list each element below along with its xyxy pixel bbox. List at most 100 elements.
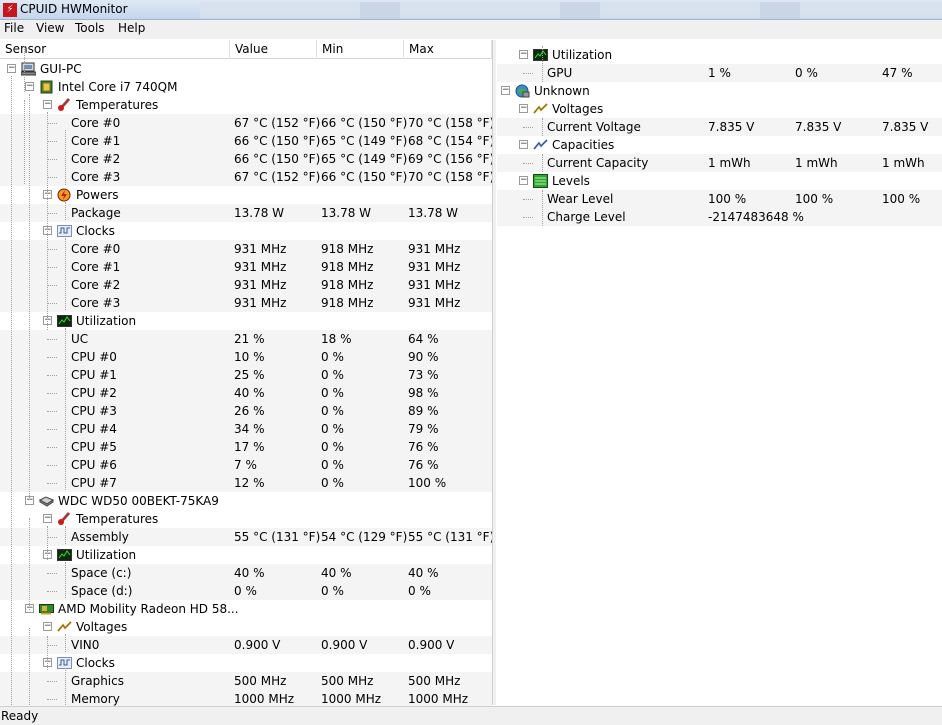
tree-node-voltages[interactable]: − Voltages <box>0 618 492 636</box>
collapse-toggle-utilization[interactable]: − <box>519 50 528 59</box>
sensor-min: 66 °C (150 °F) <box>321 170 408 184</box>
sensor-value: 67 °C (152 °F) <box>234 170 321 184</box>
sensor-row-current-capacity[interactable]: Current Capacity 1 mWh 1 mWh 1 mWh <box>497 154 942 172</box>
sensor-max: 79 % <box>408 422 439 436</box>
tree-node-clocks[interactable]: − Clocks <box>0 222 492 240</box>
sensor-row-core-1[interactable]: Core #1 931 MHz 918 MHz 931 MHz <box>0 258 492 276</box>
sensor-row-core-3[interactable]: Core #3 67 °C (152 °F) 66 °C (150 °F) 70 °C… <box>0 168 494 186</box>
collapse-toggle-intel-core-i7-740qm[interactable]: − <box>25 82 34 91</box>
tree-node-utilization[interactable]: − Utilization <box>497 46 942 64</box>
tree-node-gui-pc[interactable]: − GUI-PC <box>0 60 492 78</box>
collapse-toggle-unknown[interactable]: − <box>501 86 510 95</box>
sensor-row-gpu[interactable]: GPU 1 % 0 % 47 % <box>497 64 942 82</box>
pane-splitter[interactable] <box>492 40 496 705</box>
tree-node-utilization[interactable]: − Utilization <box>0 312 492 330</box>
tree-node-unknown[interactable]: − Unknown <box>497 82 942 100</box>
sensor-row-uc[interactable]: UC 21 % 18 % 64 % <box>0 330 492 348</box>
sensor-value: 931 MHz <box>234 260 287 274</box>
menu-view[interactable]: View <box>36 21 64 35</box>
sensor-row-core-1[interactable]: Core #1 66 °C (150 °F) 65 °C (149 °F) 68 °C… <box>0 132 494 150</box>
utilization-monitor-icon <box>57 314 72 328</box>
collapse-toggle-capacities[interactable]: − <box>519 140 528 149</box>
sensor-max: 76 % <box>408 458 439 472</box>
tree-guide-line <box>29 94 30 500</box>
clock-wave-icon <box>57 224 72 238</box>
sensor-row-vin0[interactable]: VIN0 0.900 V 0.900 V 0.900 V <box>0 636 492 654</box>
tree-node-wdc-wd50-00bekt-75ka9[interactable]: − WDC WD50 00BEKT-75KA9 <box>0 492 492 510</box>
sensor-row-package[interactable]: Package 13.78 W 13.78 W 13.78 W <box>0 204 492 222</box>
tree-guide-line <box>542 154 543 172</box>
sensor-value: 40 % <box>234 566 265 580</box>
sensor-row-cpu-1[interactable]: CPU #1 25 % 0 % 73 % <box>0 366 492 384</box>
sensor-value: 40 % <box>234 386 265 400</box>
sensor-row-cpu-7[interactable]: CPU #7 12 % 0 % 100 % <box>0 474 492 492</box>
tree-node-utilization[interactable]: − Utilization <box>0 546 492 564</box>
tree-guide-line <box>65 562 66 598</box>
tree-node-capacities[interactable]: − Capacities <box>497 136 942 154</box>
column-header-min[interactable]: Min <box>317 40 404 59</box>
window-title: CPUID HWMonitor <box>20 2 128 16</box>
sensor-max: 0 % <box>408 584 431 598</box>
sensor-min: 500 MHz <box>321 674 374 688</box>
collapse-toggle-temperatures[interactable]: − <box>43 514 52 523</box>
sensor-row-cpu-2[interactable]: CPU #2 40 % 0 % 98 % <box>0 384 492 402</box>
sensor-label: Core #3 <box>71 296 121 310</box>
tree-node-powers[interactable]: − Powers <box>0 186 492 204</box>
sensor-row-assembly[interactable]: Assembly 55 °C (131 °F) 54 °C (129 °F) 55 °… <box>0 528 494 546</box>
tree-node-temperatures[interactable]: − Temperatures <box>0 510 492 528</box>
menu-help[interactable]: Help <box>118 21 145 35</box>
tree-node-levels[interactable]: − Levels <box>497 172 942 190</box>
sensor-row-space-d[interactable]: Space (d:) 0 % 0 % 0 % <box>0 582 492 600</box>
column-header-max[interactable]: Max <box>404 40 492 59</box>
sensor-value: 34 % <box>234 422 265 436</box>
sensor-label: UC <box>71 332 89 346</box>
sensor-row-space-c[interactable]: Space (c:) 40 % 40 % 40 % <box>0 564 492 582</box>
tree-node-temperatures[interactable]: − Temperatures <box>0 96 492 114</box>
sensor-row-core-2[interactable]: Core #2 66 °C (150 °F) 65 °C (149 °F) 69 °C… <box>0 150 494 168</box>
sensor-row-core-0[interactable]: Core #0 67 °C (152 °F) 66 °C (150 °F) 70 °C… <box>0 114 494 132</box>
tree-node-voltages[interactable]: − Voltages <box>497 100 942 118</box>
sensor-row-core-3[interactable]: Core #3 931 MHz 918 MHz 931 MHz <box>0 294 492 312</box>
status-bar: Ready <box>0 706 942 725</box>
sensor-max: 13.78 W <box>408 206 459 220</box>
sensor-min: 0 % <box>321 476 344 490</box>
sensor-value: 0.900 V <box>234 638 281 652</box>
sensor-row-wear-level[interactable]: Wear Level 100 % 100 % 100 % <box>497 190 942 208</box>
sensor-value: 0 % <box>234 584 257 598</box>
sensor-row-core-2[interactable]: Core #2 931 MHz 918 MHz 931 MHz <box>0 276 492 294</box>
column-header-sensor[interactable]: Sensor <box>0 40 230 59</box>
sensor-value: 17 % <box>234 440 265 454</box>
sensor-label: GPU <box>547 66 573 80</box>
tree-node-label: Clocks <box>76 656 115 670</box>
sensor-row-cpu-6[interactable]: CPU #6 7 % 0 % 76 % <box>0 456 492 474</box>
sensor-row-cpu-0[interactable]: CPU #0 10 % 0 % 90 % <box>0 348 492 366</box>
column-header-value[interactable]: Value <box>230 40 317 59</box>
collapse-toggle-levels[interactable]: − <box>519 176 528 185</box>
voltage-icon <box>57 620 72 634</box>
collapse-toggle-temperatures[interactable]: − <box>43 100 52 109</box>
sensor-row-core-0[interactable]: Core #0 931 MHz 918 MHz 931 MHz <box>0 240 492 258</box>
sensor-row-current-voltage[interactable]: Current Voltage 7.835 V 7.835 V 7.835 V <box>497 118 942 136</box>
tree-node-label: Temperatures <box>76 98 159 112</box>
sensor-max: 98 % <box>408 386 439 400</box>
tree-guide-line <box>65 670 66 705</box>
sensor-max: 500 MHz <box>408 674 461 688</box>
collapse-toggle-gui-pc[interactable]: − <box>7 64 16 73</box>
collapse-toggle-voltages[interactable]: − <box>43 622 52 631</box>
sensor-row-cpu-5[interactable]: CPU #5 17 % 0 % 76 % <box>0 438 492 456</box>
sensor-min: 0 % <box>795 66 818 80</box>
tree-node-clocks[interactable]: − Clocks <box>0 654 492 672</box>
sensor-value: -2147483648 % <box>708 210 804 224</box>
collapse-toggle-voltages[interactable]: − <box>519 104 528 113</box>
sensor-label: Package <box>71 206 121 220</box>
menu-file[interactable]: File <box>4 21 24 35</box>
menu-tools[interactable]: Tools <box>75 21 105 35</box>
tree-node-intel-core-i7-740qm[interactable]: − Intel Core i7 740QM <box>0 78 492 96</box>
sensor-row-cpu-3[interactable]: CPU #3 26 % 0 % 89 % <box>0 402 492 420</box>
sensor-row-charge-level[interactable]: Charge Level -2147483648 % <box>497 208 942 226</box>
sensor-row-cpu-4[interactable]: CPU #4 34 % 0 % 79 % <box>0 420 492 438</box>
sensor-value: 931 MHz <box>234 242 287 256</box>
tree-node-amd-mobility-radeon-hd-58[interactable]: − AMD Mobility Radeon HD 58... <box>0 600 492 618</box>
tree-node-label: Capacities <box>552 138 615 152</box>
sensor-row-graphics[interactable]: Graphics 500 MHz 500 MHz 500 MHz <box>0 672 492 690</box>
